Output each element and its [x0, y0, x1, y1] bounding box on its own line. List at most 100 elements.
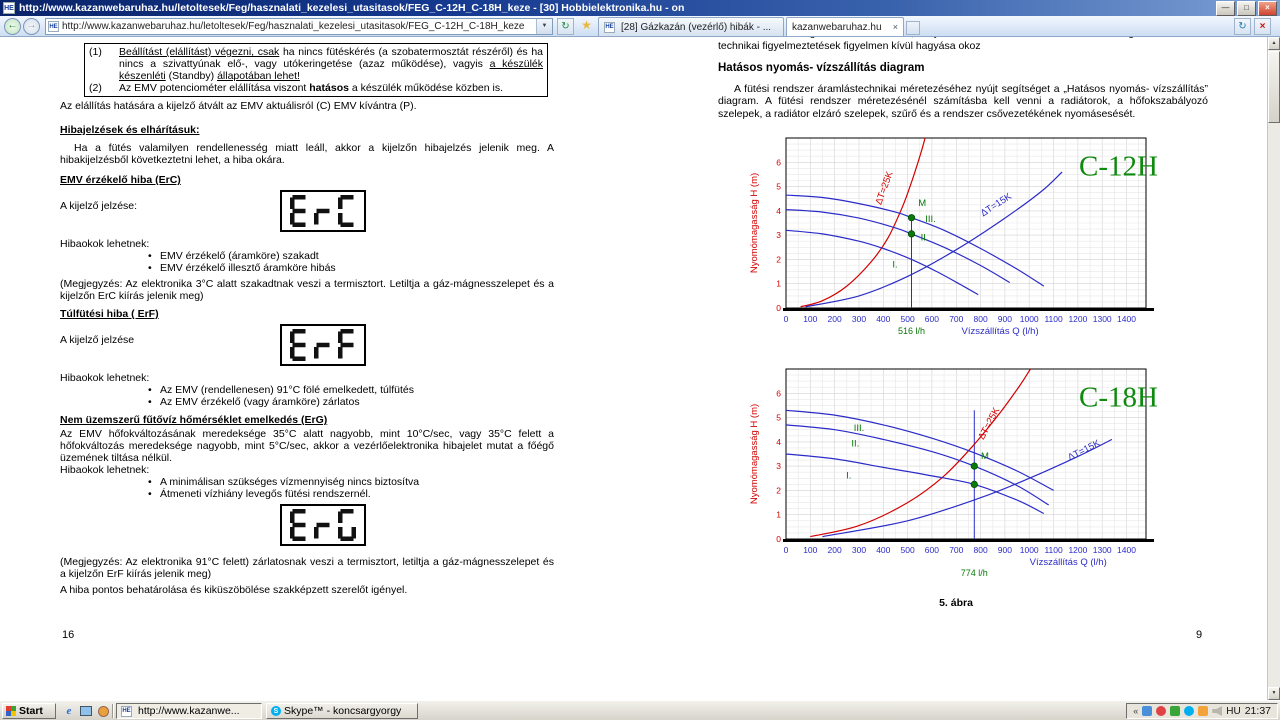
list-item: EMV érzékelő (áramköre) szakadt	[60, 250, 554, 262]
tray-network-icon[interactable]	[1142, 706, 1153, 716]
address-url[interactable]: http://www.kazanwebaruhaz.hu/letoltesek/…	[62, 21, 536, 32]
system-tray: « HU 21:37	[1126, 703, 1278, 719]
svg-text:100: 100	[803, 545, 817, 555]
refresh-button[interactable]: ↻	[557, 18, 574, 35]
section-heading-errors: Hibajelzések és elhárításuk:	[60, 124, 200, 136]
svg-text:516 l/h: 516 l/h	[898, 326, 925, 336]
tray-chevron-icon[interactable]: «	[1133, 706, 1138, 716]
taskbar: Start e HE http://www.kazanwe... S Skype…	[0, 700, 1280, 720]
scroll-up-button[interactable]: ▲	[1268, 37, 1280, 50]
address-bar[interactable]: HE http://www.kazanwebaruhaz.hu/letoltes…	[45, 18, 553, 35]
svg-text:M: M	[981, 451, 989, 462]
tray-antivirus-icon[interactable]	[1156, 706, 1167, 716]
scrollbar-thumb[interactable]	[1268, 51, 1280, 123]
tab-favicon: HE	[604, 21, 615, 33]
svg-text:1200: 1200	[1068, 314, 1087, 324]
svg-text:1200: 1200	[1068, 545, 1087, 555]
svg-text:1400: 1400	[1117, 545, 1136, 555]
svg-text:200: 200	[828, 545, 842, 555]
svg-text:Vízszállítás Q (l/h): Vízszállítás Q (l/h)	[962, 326, 1039, 337]
svg-text:C-12H: C-12H	[1079, 151, 1158, 183]
svg-text:200: 200	[828, 314, 842, 324]
display-row-erg	[60, 502, 554, 552]
svg-text:4: 4	[776, 437, 781, 447]
vertical-scrollbar[interactable]: ▲ ▼	[1267, 37, 1280, 700]
svg-text:Vízszállítás Q (l/h): Vízszállítás Q (l/h)	[1030, 557, 1107, 568]
tray-volume-icon[interactable]	[1212, 706, 1223, 716]
svg-text:1400: 1400	[1117, 314, 1136, 324]
media-player-icon[interactable]	[96, 704, 110, 718]
tab-label: [28] Gázkazán (vezérlő) hibák - ...	[621, 21, 772, 33]
pump-curve-chart-c12h: 0 100 200 300 400 500 600 700 800 900 1000 1100 1200…	[746, 132, 1176, 357]
close-button[interactable]: ×	[1258, 0, 1277, 16]
svg-text:III.: III.	[854, 423, 865, 434]
display-row-erf: A kijelző jelzése	[60, 322, 554, 372]
svg-text:II.: II.	[851, 439, 859, 450]
pdf-page-9: nem vállal felelősséget azokért a károké…	[718, 37, 1208, 610]
list-item: Az EMV érzékelő (vagy áramköre) zárlatos	[60, 396, 554, 408]
diagram-heading: Hatásos nyomás- vízszállítás diagram	[718, 62, 925, 74]
tray-language-indicator[interactable]: HU	[1226, 706, 1240, 717]
svg-text:5: 5	[776, 182, 781, 192]
item-text: Beállítást (elállítást) végezni, csak ha…	[119, 46, 543, 82]
svg-text:2: 2	[776, 485, 781, 495]
warning-item-2: (2) Az EMV potenciométer elállítása visz…	[89, 82, 543, 94]
svg-text:1000: 1000	[1020, 314, 1039, 324]
note-paragraph: (Megjegyzés: Az elektronika 91°C felett)…	[60, 556, 554, 580]
svg-text:C-18H: C-18H	[1079, 382, 1158, 414]
svg-text:900: 900	[998, 545, 1012, 555]
svg-text:1: 1	[776, 279, 781, 289]
svg-text:0: 0	[784, 545, 789, 555]
tab-kazanwebaruhaz[interactable]: kazanwebaruhaz.hu ×	[786, 17, 904, 36]
paragraph: Az elállítás hatására a kijelző átvált a…	[60, 100, 417, 112]
text-line: technikai figyelmeztetések figyelmen kív…	[718, 39, 981, 52]
minimize-button[interactable]: —	[1216, 0, 1235, 16]
list-item: EMV érzékelő illesztő áramköre hibás	[60, 262, 554, 274]
seven-segment-display-erc	[280, 190, 366, 232]
show-desktop-icon[interactable]	[79, 704, 93, 718]
tab-gazkazan-forum[interactable]: HE [28] Gázkazán (vezérlő) hibák - ...	[598, 17, 784, 36]
svg-text:600: 600	[925, 314, 939, 324]
seven-segment-display-erf	[280, 324, 366, 366]
scroll-down-button[interactable]: ▼	[1268, 687, 1280, 700]
tray-clock[interactable]: 21:37	[1245, 705, 1271, 717]
address-favicon: HE	[48, 21, 59, 32]
page-content: (1) Beállítást (elállítást) végezni, csa…	[0, 37, 1280, 700]
svg-text:600: 600	[925, 545, 939, 555]
svg-text:I.: I.	[892, 260, 897, 271]
svg-text:900: 900	[998, 314, 1012, 324]
page-number-16: 16	[62, 629, 75, 641]
task-label: Skype™ - koncsargyorgy	[284, 705, 402, 717]
stop-button[interactable]: ×	[1254, 18, 1271, 35]
tray-skype-icon[interactable]	[1184, 706, 1195, 716]
tray-update-icon[interactable]	[1170, 706, 1181, 716]
favorites-star-icon[interactable]: ★	[578, 18, 595, 35]
pdf-page-16: (1) Beállítást (elállítást) végezni, csa…	[60, 39, 554, 596]
new-tab-button[interactable]	[906, 21, 920, 35]
svg-text:Nyomómagasság H (m): Nyomómagasság H (m)	[749, 404, 760, 504]
causes-label: Hibaokok lehetnek:	[60, 464, 150, 476]
note-paragraph: (Megjegyzés: Az elektronika 3°C alatt sz…	[60, 278, 554, 302]
svg-text:700: 700	[949, 545, 963, 555]
reload-page-button[interactable]: ↻	[1234, 18, 1251, 35]
browser-window: HE http://www.kazanwebaruhaz.hu/letoltes…	[0, 0, 1280, 720]
maximize-button[interactable]: □	[1237, 0, 1256, 16]
start-button[interactable]: Start	[2, 703, 56, 719]
svg-text:400: 400	[876, 545, 890, 555]
ie-quicklaunch-icon[interactable]: e	[62, 704, 76, 718]
back-button[interactable]: ←	[4, 18, 21, 35]
svg-text:1300: 1300	[1093, 314, 1112, 324]
list-item: Átmeneti vízhiány levegős fütési rendsze…	[60, 488, 554, 500]
svg-text:6: 6	[776, 157, 781, 167]
paragraph: A fütési rendszer áramlástechnikai méret…	[718, 82, 1208, 120]
window-title: http://www.kazanwebaruhaz.hu/letoltesek/…	[19, 2, 685, 14]
tab-close-icon[interactable]: ×	[893, 22, 898, 32]
tray-messenger-icon[interactable]	[1198, 706, 1209, 716]
svg-text:0: 0	[776, 534, 781, 544]
address-dropdown-button[interactable]: ▼	[536, 19, 552, 34]
windows-logo-icon	[6, 706, 16, 716]
svg-text:1: 1	[776, 510, 781, 520]
task-button-browser[interactable]: HE http://www.kazanwe...	[116, 703, 262, 719]
task-button-skype[interactable]: S Skype™ - koncsargyorgy	[266, 703, 418, 719]
forward-button[interactable]: →	[23, 18, 40, 35]
